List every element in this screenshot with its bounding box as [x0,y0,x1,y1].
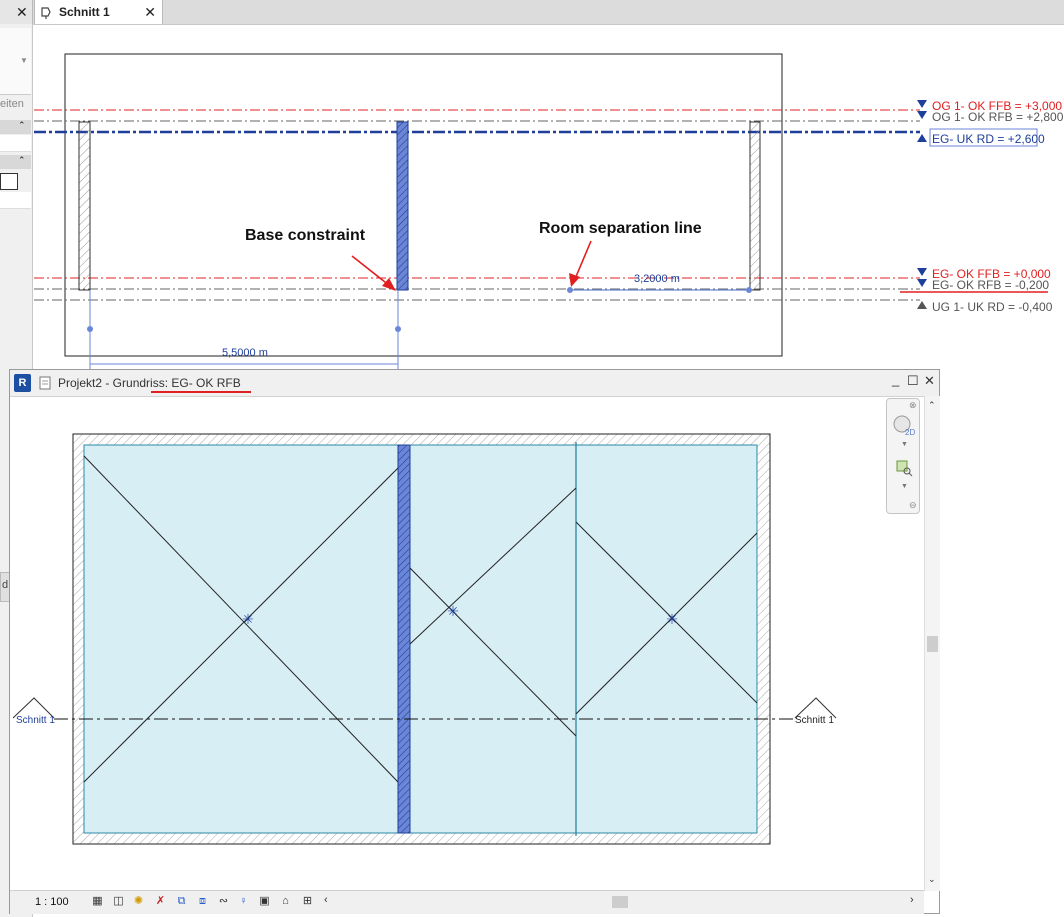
collapse-icon: ⌃ [18,155,26,165]
close-icon[interactable]: ✕ [144,4,156,21]
edit-type-label: eiten [0,98,24,110]
collapse-icon: ⌃ [18,120,26,130]
annotation-room-separation: Room separation line [539,220,702,237]
arrow-head-icon [569,273,580,287]
level-label-ug1-ukrd[interactable]: UG 1- UK RD = -0,400 [932,300,1053,314]
maximize-button[interactable]: ☐ [907,373,919,389]
grip-handle[interactable] [87,326,93,332]
floor-plan-canvas[interactable]: ✳ ✳ ✳ Schnitt 1 Schnitt 1 [10,396,924,890]
annotation-arrow [351,255,391,287]
property-row[interactable] [0,135,31,152]
wall-left[interactable] [78,121,91,291]
floor-plan-window[interactable]: R Projekt2 - Grundriss: EG- OK RFB _ ☐ ✕ [9,369,940,914]
room-point-icon[interactable]: ✳ [666,612,678,628]
detail-level-icon[interactable]: ▦ [90,895,105,908]
section-view-icon [41,7,51,19]
annotation-arrow [574,240,592,280]
horizontal-scrollbar[interactable]: ‹ › [324,894,920,910]
dimension-text[interactable]: 3,2000 m [634,273,680,285]
property-group-header[interactable]: ⌃ [0,155,31,169]
chevron-down-icon: ▼ [20,56,28,65]
wall-right[interactable] [749,121,761,291]
room-point-icon[interactable]: ✳ [242,612,254,628]
chevron-down-icon[interactable]: ▼ [901,483,908,490]
room-1[interactable] [83,444,399,834]
close-button[interactable]: ✕ [924,373,935,389]
visual-style-icon[interactable]: ◫ [111,895,126,908]
scroll-right-icon[interactable]: › [910,894,914,906]
options-icon[interactable]: ⊖ [909,500,917,511]
crop-view-icon[interactable]: ⧉ [174,895,189,908]
show-crop-icon[interactable]: ⧈ [195,895,210,908]
revit-logo-icon: R [14,374,31,392]
tab-schnitt-1[interactable]: Schnitt 1 ✕ [34,0,163,24]
section-tag-left[interactable]: Schnitt 1 [16,715,55,726]
grip-handle[interactable] [567,287,573,293]
property-value-field[interactable] [0,173,18,190]
view-level-name: EG- OK RFB [171,376,241,390]
reveal-constraints-icon[interactable]: ⊞ [300,895,315,908]
svg-text:2D: 2D [905,428,915,437]
close-icon[interactable]: ✕ [16,4,28,21]
close-icon[interactable]: ⊗ [909,400,917,411]
level-label-eg-rfb[interactable]: EG- OK RFB = -0,200 [932,278,1049,292]
annotation-base-constraint: Base constraint [245,227,366,244]
view-tab-strip: ✕ Schnitt 1 ✕ [0,0,1064,25]
analytical-icon[interactable]: ▣ [257,895,272,908]
level-head-down-icon[interactable] [917,100,927,108]
highlight-underline [151,391,251,393]
window-titlebar[interactable]: R Projekt2 - Grundriss: EG- OK RFB _ ☐ ✕ [10,370,939,397]
view-scale[interactable]: 1 : 100 [35,896,69,908]
room-2[interactable] [409,444,577,834]
level-head-down-icon[interactable] [917,111,927,119]
type-selector[interactable]: ▼ [0,28,31,95]
level-head-down-icon[interactable] [917,279,927,287]
highlight-displacement-icon[interactable]: ⌂ [278,895,293,908]
section-view-canvas[interactable]: 5,5000 m 3,2000 m Base constraint Room s… [34,24,1064,369]
level-head-up-icon[interactable] [917,134,927,142]
wall-selected[interactable] [396,121,409,291]
grip-handle[interactable] [395,326,401,332]
crop-region[interactable] [64,53,783,357]
room-point-icon[interactable]: ✳ [447,604,459,620]
tab-previous[interactable]: ✕ [0,0,33,24]
view-control-bar: 1 : 100 ▦ ◫ ✺ ✗ ⧉ ⧈ ∾ ♀ ▣ ⌂ ⊞ ‹ › [10,890,924,914]
property-row[interactable] [0,192,31,209]
hide-icon[interactable]: ∾ [216,895,231,908]
minimize-button[interactable]: _ [892,372,899,387]
room-3[interactable] [575,444,758,834]
floor-plan-view-icon [39,376,51,390]
zoom-region-icon[interactable] [895,459,913,477]
scroll-up-icon[interactable]: ⌃ [928,400,936,411]
navigation-bar: ⊗ 2D ▼ ▼ ⊖ [886,398,920,514]
sun-path-icon[interactable]: ✺ [131,895,146,908]
scroll-down-icon[interactable]: ⌄ [928,874,936,885]
vertical-scrollbar[interactable]: ⌃ ⌄ [924,396,940,891]
chevron-down-icon[interactable]: ▼ [901,441,908,448]
view-cube-2d-icon[interactable]: 2D [891,413,917,439]
scroll-thumb[interactable] [927,636,938,652]
property-group-header[interactable]: ⌃ [0,120,31,134]
scroll-thumb[interactable] [612,896,628,908]
grip-handle[interactable] [746,287,752,293]
wall-selected[interactable] [397,444,411,834]
scroll-left-icon[interactable]: ‹ [324,894,328,906]
dimension-text[interactable]: 5,5000 m [222,347,268,359]
window-title: Projekt2 - Grundriss: EG- OK RFB [58,376,241,390]
temp-hide-icon[interactable]: ♀ [236,895,251,908]
level-head-down-icon[interactable] [917,268,927,276]
level-label-eg-ukrd[interactable]: EG- UK RD = +2,600 [932,132,1045,146]
shadows-icon[interactable]: ✗ [153,895,168,908]
tab-label: Schnitt 1 [59,5,110,19]
level-head-up-icon[interactable] [917,301,927,309]
section-tag-right[interactable]: Schnitt 1 [795,715,834,726]
level-label-og1-rfb[interactable]: OG 1- OK RFB = +2,800 [932,110,1064,124]
